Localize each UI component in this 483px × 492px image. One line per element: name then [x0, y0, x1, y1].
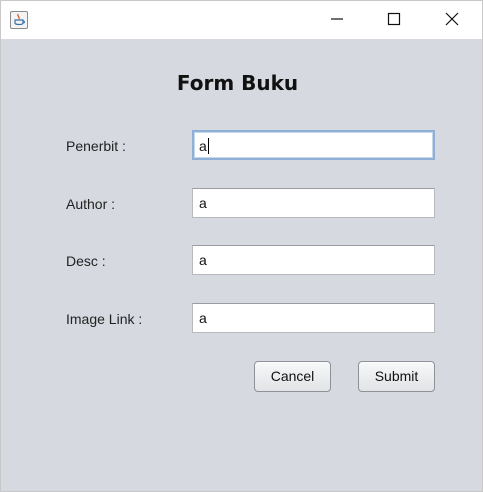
desc-value: a	[199, 252, 207, 268]
author-label: Author :	[66, 196, 116, 212]
image-link-value: a	[199, 310, 207, 326]
close-button[interactable]	[425, 1, 481, 39]
form-buku-window: Form Buku Penerbit : a Author : a Desc :…	[0, 0, 483, 492]
desc-label: Desc :	[66, 253, 106, 269]
penerbit-value: a	[199, 138, 207, 154]
submit-button[interactable]: Submit	[358, 361, 435, 392]
penerbit-field[interactable]: a	[192, 130, 435, 160]
maximize-button[interactable]	[367, 1, 423, 39]
minimize-icon	[331, 18, 343, 20]
text-caret	[207, 138, 209, 155]
form-title: Form Buku	[176, 71, 299, 95]
java-cup-icon	[10, 11, 28, 29]
penerbit-label: Penerbit :	[66, 138, 126, 154]
cancel-button[interactable]: Cancel	[254, 361, 331, 392]
desc-field[interactable]: a	[192, 245, 435, 275]
minimize-button[interactable]	[310, 1, 366, 39]
author-value: a	[199, 195, 207, 211]
image-link-label: Image Link :	[66, 311, 143, 327]
close-icon	[445, 12, 459, 26]
image-link-field[interactable]: a	[192, 303, 435, 333]
author-field[interactable]: a	[192, 188, 435, 218]
maximize-icon	[387, 12, 401, 26]
title-bar[interactable]	[1, 1, 482, 39]
